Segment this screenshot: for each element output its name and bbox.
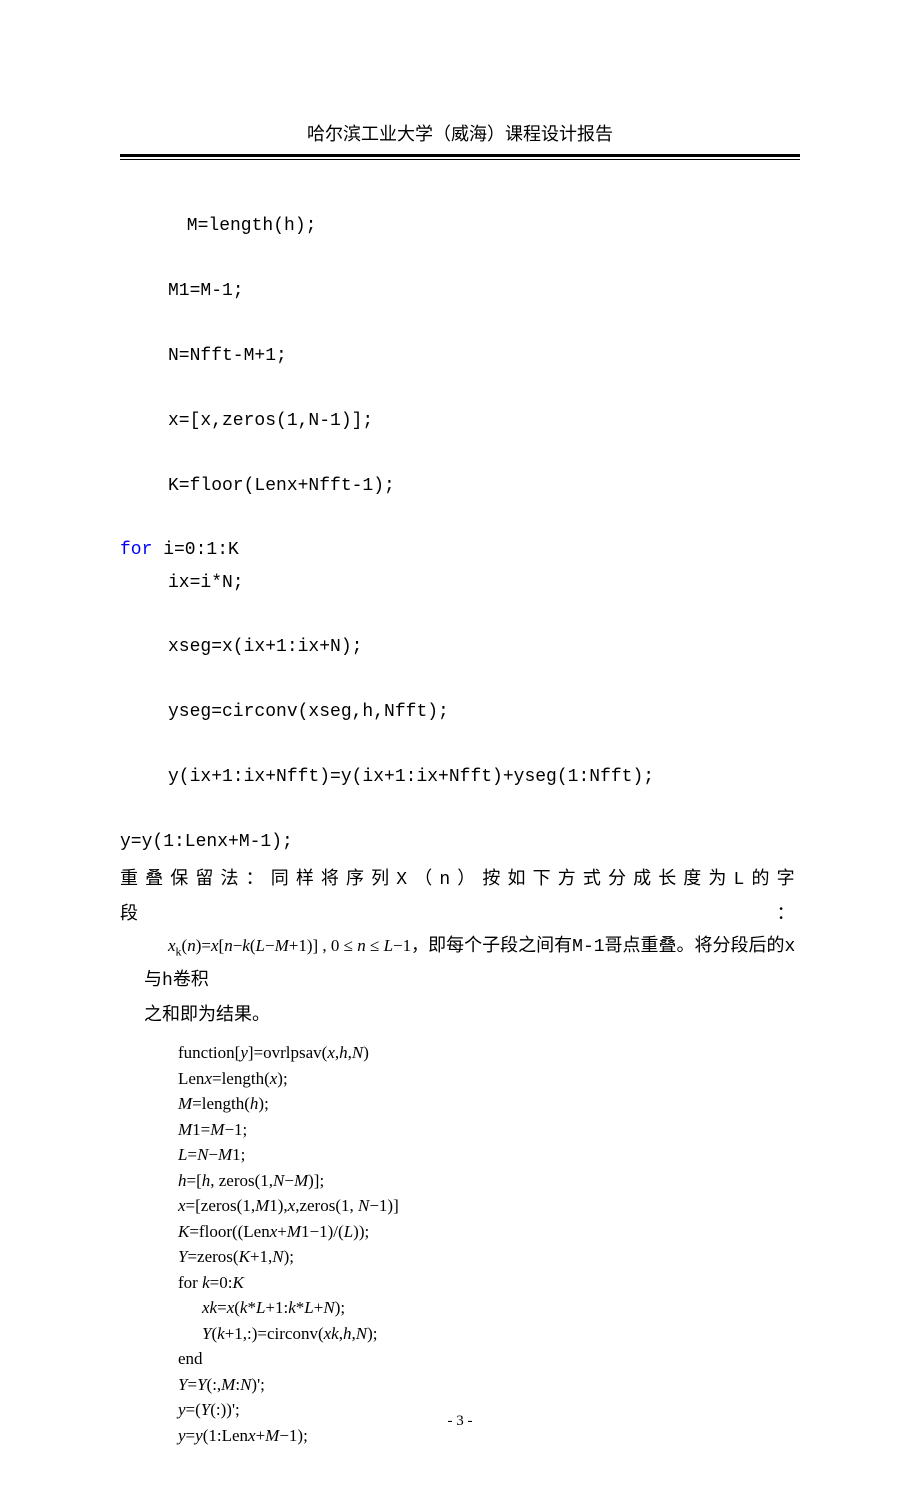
algo-line: for k=0:K xyxy=(178,1270,800,1296)
code-text: i=0:1:K xyxy=(152,540,238,560)
text-mono: M-1 xyxy=(572,937,604,957)
algo-line: end xyxy=(178,1346,800,1372)
algo-line: M=length(h); xyxy=(178,1091,800,1117)
code-block-1: M=length(h); M1=M-1; N=Nfft-M+1; x=[x,ze… xyxy=(120,178,800,858)
page: 哈尔滨工业大学（威海）课程设计报告 M=length(h); M1=M-1; N… xyxy=(0,0,920,1488)
code-line: xseg=x(ix+1:ix+N); xyxy=(120,631,800,663)
algo-line: function[y]=ovrlpsav(x,h,N) xyxy=(178,1040,800,1066)
page-header: 哈尔滨工业大学（威海）课程设计报告 xyxy=(120,120,800,152)
para-line-3: 之和即为结果。 xyxy=(120,998,800,1030)
algo-line: Y=zeros(K+1,N); xyxy=(178,1244,800,1270)
text-mono: L xyxy=(734,870,750,890)
algo-line: Y=Y(:,M:N)'; xyxy=(178,1372,800,1398)
code-line: x=[x,zeros(1,N-1)]; xyxy=(120,405,800,437)
algo-line: M1=M−1; xyxy=(178,1117,800,1143)
text: 哥点重叠。将分段后的 xyxy=(605,935,785,955)
keyword-for: for xyxy=(120,540,152,560)
text: 卷积 xyxy=(173,969,209,989)
code-line: M1=M-1; xyxy=(120,275,800,307)
algorithm-block: function[y]=ovrlpsav(x,h,N) Lenx=length(… xyxy=(120,1040,800,1448)
formula: xk(n)=x[n−k(L−M+1)] , 0 ≤ n ≤ L−1， xyxy=(144,936,428,955)
code-line: yseg=circonv(xseg,h,Nfft); xyxy=(120,696,800,728)
code-line: N=Nfft-M+1; xyxy=(120,340,800,372)
text: 与 xyxy=(144,969,162,989)
algo-line: Lenx=length(x); xyxy=(178,1066,800,1092)
paragraph-overlap-save: 重叠保留法：同样将序列X（n）按如下方式分成长度为L的字段： xk(n)=x[n… xyxy=(120,862,800,1030)
code-line: y(ix+1:ix+Nfft)=y(ix+1:ix+Nfft)+yseg(1:N… xyxy=(120,761,800,793)
algo-line: h=[h, zeros(1,N−M)]; xyxy=(178,1168,800,1194)
code-line: M=length(h); xyxy=(120,210,800,242)
algo-line: x=[zeros(1,M1),x,zeros(1, N−1)] xyxy=(178,1193,800,1219)
algo-line: Y(k+1,:)=circonv(xk,h,N); xyxy=(178,1321,800,1347)
text-mono: X（n） xyxy=(396,870,482,890)
text: 按如下方式分成长度为 xyxy=(482,868,733,888)
text: 重叠保留法：同样将序列 xyxy=(120,868,396,888)
para-line-1: 重叠保留法：同样将序列X（n）按如下方式分成长度为L的字段： xyxy=(120,862,800,929)
para-line-2: xk(n)=x[n−k(L−M+1)] , 0 ≤ n ≤ L−1，即每个子段之… xyxy=(120,929,800,998)
algo-line: L=N−M1; xyxy=(178,1142,800,1168)
page-number: - 3 - xyxy=(0,1413,920,1430)
algo-line: K=floor((Lenx+M1−1)/(L)); xyxy=(178,1219,800,1245)
header-rule xyxy=(120,154,800,160)
code-line: for i=0:1:K xyxy=(120,540,239,560)
text-mono: h xyxy=(162,971,173,991)
code-line: ix=i*N; xyxy=(120,567,800,599)
algo-line: xk=x(k*L+1:k*L+N); xyxy=(178,1295,800,1321)
text-mono: x xyxy=(785,937,796,957)
code-line: y=y(1:Lenx+M-1); xyxy=(120,832,293,852)
text: 即每个子段之间有 xyxy=(428,935,572,955)
code-line: K=floor(Lenx+Nfft-1); xyxy=(120,470,800,502)
